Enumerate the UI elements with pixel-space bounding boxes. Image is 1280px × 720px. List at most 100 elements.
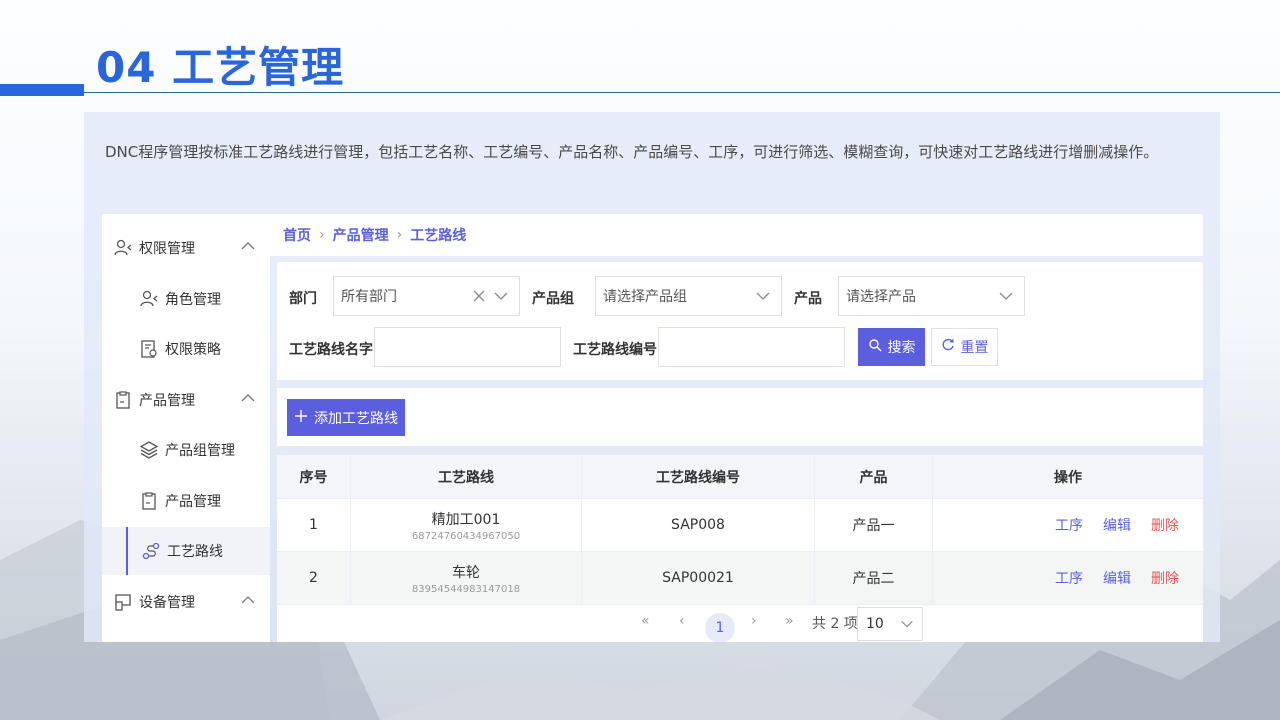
page-size-value: 10	[866, 616, 884, 632]
row-route-code: SAP00021	[582, 552, 815, 604]
row-route: 精加工001 68724760434967050	[351, 499, 582, 551]
search-button-label: 搜索	[887, 340, 916, 356]
title-underline	[84, 92, 1280, 93]
refresh-icon	[941, 338, 955, 356]
sidebar-item-label: 权限策略	[165, 342, 221, 358]
row-index: 2	[277, 552, 351, 604]
add-route-button[interactable]: 添加工艺路线	[287, 399, 405, 436]
product-group-placeholder: 请选择产品组	[603, 289, 687, 305]
breadcrumb: 首页 › 产品管理 › 工艺路线	[270, 214, 1203, 256]
first-page-icon[interactable]: «	[641, 613, 650, 629]
row-index: 1	[277, 499, 351, 551]
clipboard-icon	[138, 490, 160, 512]
sidebar-item-permission-management[interactable]: 权限管理	[102, 224, 270, 272]
row-product: 产品二	[815, 552, 933, 604]
chevron-right-icon: ›	[319, 227, 325, 243]
breadcrumb-home[interactable]: 首页	[283, 225, 311, 245]
breadcrumb-product-management[interactable]: 产品管理	[333, 225, 389, 245]
sidebar-item-label: 产品管理	[165, 494, 221, 510]
header-index: 序号	[277, 455, 351, 498]
sidebar-item-device-management[interactable]: 设备管理	[102, 578, 270, 626]
sidebar-item-role-management[interactable]: 角色管理	[102, 275, 270, 323]
route-table: 序号 工艺路线 工艺路线编号 产品 操作 1 精加工001 6872476043…	[277, 455, 1203, 642]
row-operations: 工序 编辑 删除	[933, 552, 1203, 604]
row-route: 车轮 83954544983147018	[351, 552, 582, 604]
last-page-icon[interactable]: »	[785, 613, 794, 629]
reset-button-label: 重置	[960, 340, 989, 356]
prev-page-icon[interactable]: ‹	[679, 613, 685, 629]
chevron-down-icon	[998, 288, 1014, 308]
sidebar-item-label: 角色管理	[165, 292, 221, 308]
intro-text: DNC程序管理按标准工艺路线进行管理，包括工艺名称、工艺编号、产品名称、产品编号…	[105, 143, 1159, 161]
sidebar-item-label: 产品管理	[139, 393, 195, 409]
delete-link[interactable]: 删除	[1151, 568, 1179, 588]
header-product: 产品	[815, 455, 933, 498]
chevron-down-icon	[900, 617, 914, 635]
slide-title: 04 工艺管理	[96, 43, 345, 92]
breadcrumb-current: 工艺路线	[410, 228, 467, 244]
header-route: 工艺路线	[351, 455, 582, 498]
route-id: 68724760434967050	[411, 530, 521, 542]
route-name-input[interactable]	[374, 327, 561, 367]
search-icon	[868, 338, 882, 356]
chevron-down-icon	[755, 288, 771, 308]
route-id: 83954544983147018	[411, 583, 521, 595]
plus-icon	[294, 409, 308, 427]
title-accent-bar	[0, 84, 84, 96]
clipboard-icon	[112, 389, 134, 411]
table-row: 2 车轮 83954544983147018 SAP00021 产品二 工序 编…	[277, 552, 1203, 605]
route-name: 车轮	[452, 564, 480, 581]
page-size-select[interactable]: 10	[857, 607, 923, 641]
user-permission-icon	[112, 237, 134, 259]
total-count: 共 2 项	[812, 616, 858, 632]
sidebar-item-label: 权限管理	[139, 241, 195, 257]
sidebar-item-label: 设备管理	[139, 595, 195, 611]
route-code-input[interactable]	[658, 327, 845, 367]
add-route-button-label: 添加工艺路线	[314, 410, 398, 427]
edit-link[interactable]: 编辑	[1103, 515, 1131, 535]
dept-label: 部门	[289, 291, 317, 307]
header-operations: 操作	[1054, 469, 1082, 486]
row-route-code: SAP008	[582, 499, 815, 551]
sidebar-item-product-management-group[interactable]: 产品管理	[102, 376, 270, 424]
chevron-down-icon	[493, 288, 509, 308]
delete-link[interactable]: 删除	[1151, 515, 1179, 535]
route-icon	[140, 540, 162, 562]
current-page[interactable]: 1	[705, 613, 735, 642]
table-row: 1 精加工001 68724760434967050 SAP008 产品一 工序…	[277, 499, 1203, 552]
dept-select[interactable]: 所有部门	[333, 276, 520, 316]
sidebar-item-process-route[interactable]: 工艺路线	[102, 527, 270, 575]
header-route-code: 工艺路线编号	[582, 455, 815, 498]
next-page-icon[interactable]: ›	[751, 613, 757, 629]
sidebar-item-product-group[interactable]: 产品组管理	[102, 426, 270, 474]
chevron-right-icon: ›	[396, 227, 403, 243]
dept-select-value: 所有部门	[341, 289, 397, 305]
filter-card: 部门 所有部门 产品组 请选择产品组 产品 请选择产品 工艺路线名字 工艺路线编…	[277, 262, 1203, 380]
action-card: 添加工艺路线	[277, 388, 1203, 446]
route-code-label: 工艺路线编号	[573, 342, 657, 358]
clear-icon[interactable]	[471, 288, 487, 308]
sidebar-item-permission-policy[interactable]: 权限策略	[102, 325, 270, 373]
chevron-up-icon[interactable]	[240, 594, 256, 610]
sidebar-item-label: 产品组管理	[165, 443, 235, 459]
product-label: 产品	[794, 291, 822, 307]
pagination: « ‹ 1 › » 共 2 项 10	[277, 605, 1203, 642]
row-operations: 工序 编辑 删除	[933, 499, 1203, 551]
product-select[interactable]: 请选择产品	[838, 276, 1025, 316]
route-name: 精加工001	[431, 511, 501, 528]
sidebar-item-label: 工艺路线	[167, 544, 223, 560]
edit-link[interactable]: 编辑	[1103, 568, 1131, 588]
search-button[interactable]: 搜索	[858, 328, 925, 366]
product-group-select[interactable]: 请选择产品组	[595, 276, 782, 316]
layers-icon	[138, 439, 160, 461]
row-product: 产品一	[815, 499, 933, 551]
reset-button[interactable]: 重置	[931, 328, 998, 366]
sidebar: 权限管理 角色管理 权限策略 产品管理 产品组管理 产品管理 工艺路线 设备管理	[102, 214, 270, 642]
device-icon	[112, 591, 134, 613]
chevron-up-icon[interactable]	[240, 392, 256, 408]
chevron-up-icon[interactable]	[240, 240, 256, 256]
process-link[interactable]: 工序	[1055, 568, 1083, 588]
product-group-label: 产品组	[532, 291, 574, 307]
process-link[interactable]: 工序	[1055, 515, 1083, 535]
sidebar-item-product[interactable]: 产品管理	[102, 477, 270, 525]
